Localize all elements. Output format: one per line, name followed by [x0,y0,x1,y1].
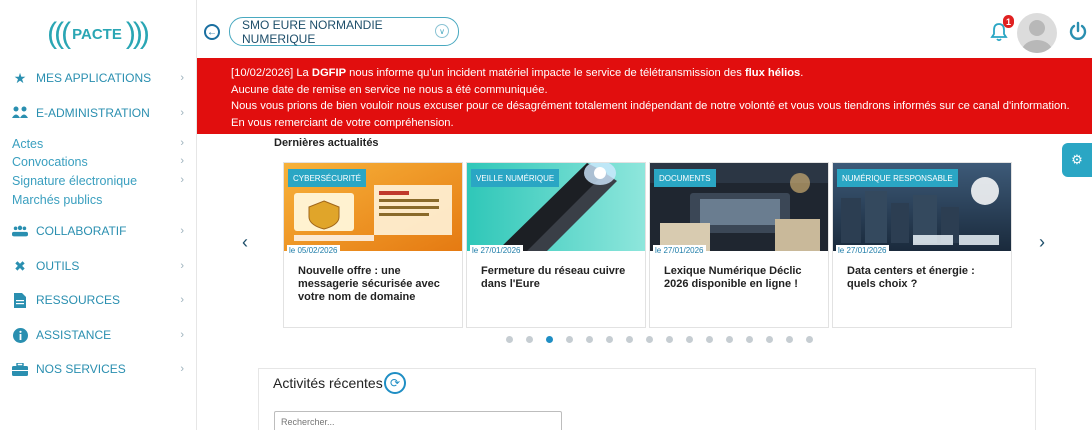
chevron-right-icon: › [180,329,184,341]
sidebar-item-label: OUTILS [36,259,80,273]
group-icon [12,223,28,239]
logo-wave-left: ((( [47,17,71,50]
back-arrow-icon[interactable]: ← [204,24,220,40]
carousel-dot[interactable] [506,336,513,343]
news-card-headline: Fermeture du réseau cuivre dans l'Eure [481,265,626,290]
carousel-dot[interactable] [646,336,653,343]
news-card-tag: DOCUMENTS [654,169,716,187]
news-card-date: le 27/01/2026 [653,245,706,256]
info-icon [12,327,28,343]
news-card-tag: CYBERSÉCURITÉ [288,169,367,187]
carousel-dot[interactable] [586,336,593,343]
user-icon [1022,20,1052,53]
sidebar-subitem-convocations[interactable]: Convocations › [12,155,190,169]
sidebar-item-outils[interactable]: ✖ OUTILS › [12,255,190,277]
chevron-right-icon: › [180,174,184,186]
sidebar-item-mes-applications[interactable]: ★ MES APPLICATIONS › [12,67,190,89]
organization-select[interactable]: SMO EURE NORMANDIE NUMERIQUE ∨ [229,17,459,46]
sidebar-subitem-label: Signature électronique [12,174,138,188]
document-icon [12,292,28,308]
tools-icon: ✖ [14,257,26,274]
news-card-numerique-responsable[interactable]: NUMÉRIQUE RESPONSABLE le 27/01/2026 Data… [832,162,1012,328]
news-card-date: le 27/01/2026 [836,245,889,256]
news-card-date: le 27/01/2026 [470,245,523,256]
sidebar-subitem-label: Marchés publics [12,193,103,207]
chevron-right-icon: › [180,294,184,306]
people-icon [12,105,28,121]
carousel-dots [506,336,813,346]
carousel-dot[interactable] [666,336,673,343]
carousel-dot[interactable] [626,336,633,343]
news-title: Dernières actualités [274,137,379,149]
news-card-veille-numerique[interactable]: VEILLE NUMÉRIQUE le 27/01/2026 Fermeture… [466,162,646,328]
sidebar-item-label: COLLABORATIF [36,224,127,238]
sidebar-subitem-label: Actes [12,137,44,151]
chevron-right-icon: › [180,363,184,375]
organization-select-value: SMO EURE NORMANDIE NUMERIQUE [242,17,383,46]
news-card-tag: VEILLE NUMÉRIQUE [471,169,560,187]
carousel-dot[interactable] [526,336,533,343]
carousel-dot[interactable] [566,336,573,343]
sidebar-item-collaboratif[interactable]: COLLABORATIF › [12,220,190,242]
alert-line-3: Nous vous prions de bien vouloir nous ex… [231,100,1070,112]
carousel-next-button[interactable]: › [1039,232,1045,253]
carousel-dot[interactable] [746,336,753,343]
search-input[interactable] [274,411,562,430]
alert-banner: [10/02/2026] La DGFIP nous informe qu'un… [197,58,1092,134]
alert-line-2: Aucune date de remise en service ne nous… [231,83,548,96]
refresh-button[interactable]: ⟳ [384,372,406,394]
sidebar-item-label: ASSISTANCE [36,328,112,342]
news-card-headline: Data centers et énergie : quels choix ? [847,265,975,290]
news-card-headline: Nouvelle offre : une messagerie sécurisé… [298,265,440,303]
avatar[interactable] [1017,13,1057,53]
sidebar-item-ressources[interactable]: RESSOURCES › [12,289,190,311]
carousel-prev-button[interactable]: ‹ [242,232,248,253]
carousel-dot[interactable] [806,336,813,343]
sidebar-item-e-administration[interactable]: E-ADMINISTRATION › [12,102,190,124]
carousel-dot[interactable] [706,336,713,343]
power-icon[interactable] [1068,21,1088,41]
sidebar-item-assistance[interactable]: ASSISTANCE › [12,324,190,346]
chevron-right-icon: › [180,72,184,84]
settings-gears-button[interactable]: ⚙ [1062,143,1092,177]
sidebar: ((( PACTE ))) ★ MES APPLICATIONS › E-ADM… [0,0,197,430]
logo-text: PACTE [72,25,122,43]
sidebar-subitem-signature[interactable]: Signature électronique › [12,174,190,188]
pacte-logo[interactable]: ((( PACTE ))) [38,12,156,56]
news-card-date: le 05/02/2026 [287,245,340,256]
carousel-dot[interactable] [606,336,613,343]
news-card-cybersecurite[interactable]: CYBERSÉCURITÉ le 05/02/2026 Nouvelle off… [283,162,463,328]
chevron-right-icon: › [180,107,184,119]
chevron-right-icon: › [180,225,184,237]
briefcase-icon [12,361,28,377]
logo-wave-right: ))) [125,17,150,50]
notification-badge: 1 [1003,15,1014,28]
sidebar-item-label: E-ADMINISTRATION [36,106,150,120]
star-icon: ★ [13,69,27,86]
carousel-dot[interactable] [786,336,793,343]
sidebar-subitem-actes[interactable]: Actes › [12,137,190,151]
carousel-dot[interactable] [686,336,693,343]
news-card-tag: NUMÉRIQUE RESPONSABLE [837,169,958,187]
sidebar-item-label: MES APPLICATIONS [36,71,152,85]
news-card-headline: Lexique Numérique Déclic 2026 disponible… [664,265,802,290]
news-card-documents[interactable]: DOCUMENTS le 27/01/2026 Lexique Numériqu… [649,162,829,328]
sidebar-item-nos-services[interactable]: NOS SERVICES › [12,358,190,380]
carousel-dot[interactable] [546,336,553,343]
refresh-icon: ⟳ [389,376,401,390]
carousel-dot[interactable] [766,336,773,343]
gears-icon: ⚙ [1071,152,1083,167]
recent-activity-title: Activités récentes [273,375,383,391]
sidebar-subitem-label: Convocations [12,155,88,169]
alert-line-1: [10/02/2026] La DGFIP nous informe qu'un… [231,67,804,79]
chevron-right-icon: › [180,260,184,272]
alert-line-4: En vous remerciant de votre compréhensio… [231,116,454,129]
sidebar-item-label: RESSOURCES [36,293,121,307]
chevron-right-icon: › [180,155,184,167]
sidebar-subitem-marches-publics[interactable]: Marchés publics [12,193,190,207]
carousel-dot[interactable] [726,336,733,343]
chevron-down-icon: ∨ [435,24,449,38]
chevron-right-icon: › [180,137,184,149]
sidebar-item-label: NOS SERVICES [36,362,126,376]
